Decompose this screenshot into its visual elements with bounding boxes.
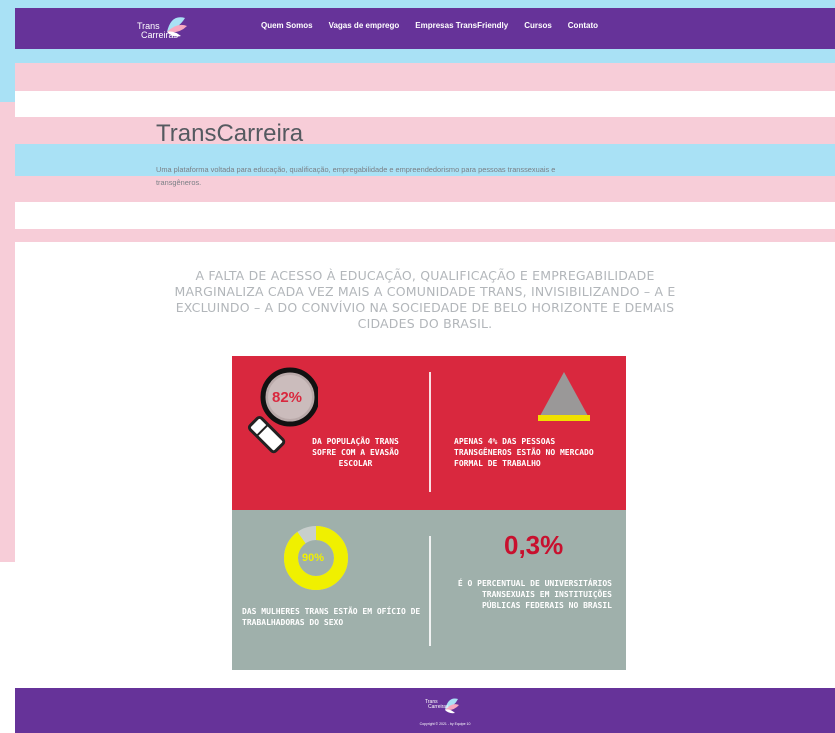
hero-stripe-pink-top bbox=[15, 63, 835, 91]
brand-line2: Carreiras bbox=[141, 30, 179, 40]
pyramid-icon bbox=[538, 372, 590, 421]
stat1-value: 82% bbox=[272, 389, 303, 406]
stat3-value: 90% bbox=[302, 552, 325, 564]
stat2-text: APENAS 4% DAS PESSOAS TRANSGÊNEROS ESTÃO… bbox=[454, 437, 594, 468]
nav-item-empresas-transfriendly[interactable]: Empresas TransFriendly bbox=[415, 21, 508, 30]
stat4-value: 0,3% bbox=[504, 530, 564, 560]
infographic-red-panel: 82% DA POPULAÇÃO TRANS SOFRE COM A EVASÃ… bbox=[232, 356, 626, 510]
hero-description: Uma plataforma voltada para educação, qu… bbox=[156, 165, 556, 187]
nav-item-cursos[interactable]: Cursos bbox=[524, 21, 552, 30]
hero-stripe-pink-bottom bbox=[15, 229, 835, 242]
nav-item-contato[interactable]: Contato bbox=[568, 21, 598, 30]
stat3-text: DAS MULHERES TRANS ESTÃO EM OFÍCIO DE TR… bbox=[242, 607, 421, 627]
navbar: Trans Carreiras Quem Somos Vagas de empr… bbox=[15, 8, 835, 49]
infographic: 82% DA POPULAÇÃO TRANS SOFRE COM A EVASÃ… bbox=[232, 356, 626, 670]
brand-logo[interactable]: Trans Carreiras bbox=[137, 12, 197, 46]
copyright: Copyright © 2021 - by Equipe 10 bbox=[419, 722, 471, 726]
intro-statement: A FALTA DE ACESSO À EDUCAÇÃO, QUALIFICAÇ… bbox=[174, 268, 676, 331]
footer: Trans Carreiras Copyright © 2021 - by Eq… bbox=[15, 688, 835, 733]
background-pink-band bbox=[0, 102, 15, 562]
footer-brand-name: Trans Carreiras bbox=[425, 700, 449, 710]
nav-item-quem-somos[interactable]: Quem Somos bbox=[261, 21, 313, 30]
infographic-grey-panel: 90% DAS MULHERES TRANS ESTÃO EM OFÍCIO D… bbox=[232, 510, 626, 670]
nav-item-vagas-de-emprego[interactable]: Vagas de emprego bbox=[329, 21, 400, 30]
stat4-text: É O PERCENTUAL DE UNIVERSITÁRIOS TRANSEX… bbox=[457, 579, 612, 610]
footer-brand-line2: Carreiras bbox=[428, 704, 449, 710]
hero-stripe-white-top bbox=[15, 91, 835, 117]
brand-name: Trans Carreiras bbox=[137, 22, 178, 40]
stat1-text: DA POPULAÇÃO TRANS SOFRE COM A EVASÃO ES… bbox=[312, 437, 399, 468]
vertical-divider bbox=[429, 536, 431, 646]
vertical-divider bbox=[429, 372, 431, 492]
hero-stripe-white-low bbox=[15, 202, 835, 229]
nav-menu: Quem Somos Vagas de emprego Empresas Tra… bbox=[261, 21, 614, 30]
page: Trans Carreiras Quem Somos Vagas de empr… bbox=[15, 8, 835, 733]
hero-title: TransCarreira bbox=[156, 120, 304, 147]
hero-stripe-blue-top bbox=[15, 49, 835, 63]
hero-stripe-pink-mid bbox=[15, 117, 835, 144]
footer-logo[interactable]: Trans Carreiras bbox=[425, 694, 465, 720]
